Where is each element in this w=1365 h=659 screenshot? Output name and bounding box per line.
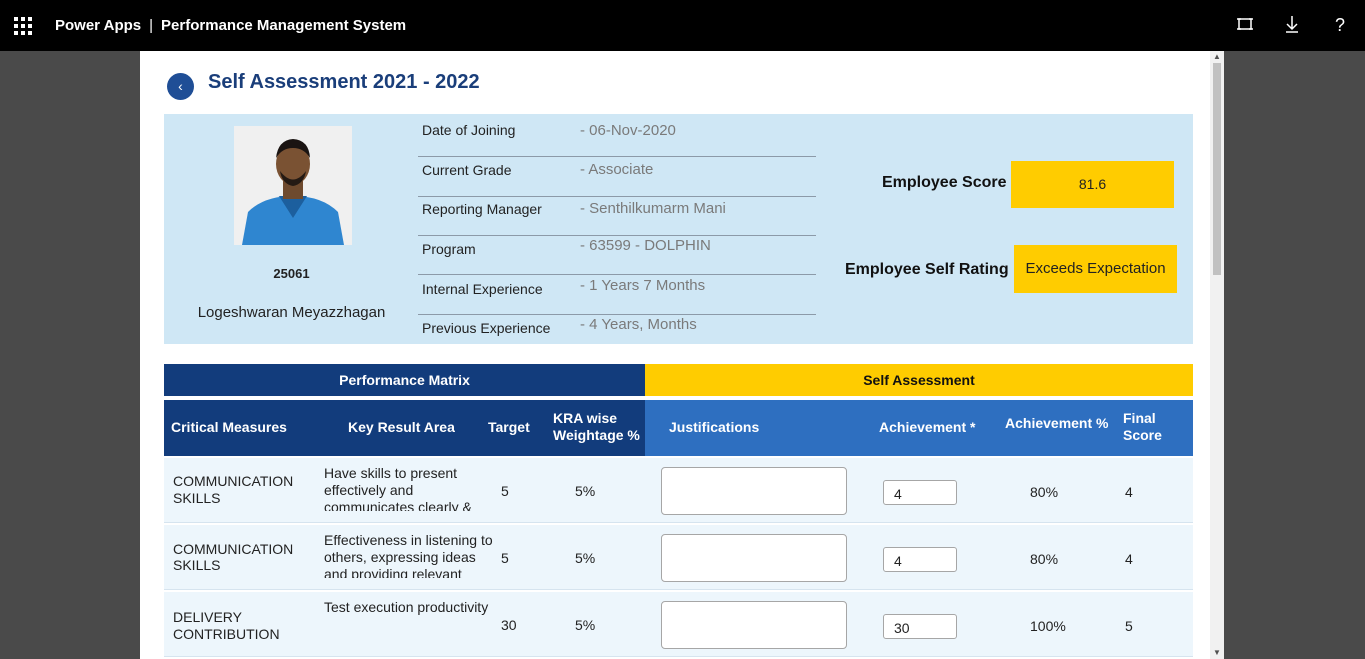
info-program: Program - 63599 - DOLPHIN <box>418 235 816 275</box>
final-score-value: 4 <box>1125 551 1133 567</box>
critical-measure-line2: CONTRIBUTION <box>173 626 280 642</box>
info-current-grade: Current Grade - Associate <box>418 157 816 197</box>
help-icon[interactable]: ? <box>1329 14 1351 36</box>
weightage-value: 5% <box>575 550 596 566</box>
info-label: Previous Experience <box>422 320 551 336</box>
app-name: Power Apps <box>55 17 142 34</box>
critical-measure-line1: COMMUNICATION <box>173 473 294 489</box>
header-achievement: Achievement * <box>879 419 976 435</box>
achievement-input[interactable]: 4 <box>883 547 957 572</box>
final-score-value: 4 <box>1125 484 1133 500</box>
performance-matrix-band: Performance Matrix <box>164 364 645 396</box>
employee-name: Logeshwaran Meyazzhagan <box>197 304 386 321</box>
weightage-value: 5% <box>575 617 596 633</box>
table-header-row: Critical Measures Key Result Area Target… <box>164 400 1193 456</box>
achievement-percent-value: 80% <box>1030 484 1059 500</box>
target-value: 5 <box>501 483 509 499</box>
info-previous-experience: Previous Experience - 4 Years, Months <box>418 314 816 353</box>
achievement-percent-value: 100% <box>1030 618 1066 634</box>
employee-score-value: 81.6 <box>1011 161 1174 208</box>
header-achievement-percent: Achievement % <box>1005 415 1109 431</box>
justification-input[interactable] <box>661 601 847 649</box>
info-value: - Associate <box>580 161 654 178</box>
employee-score-label: Employee Score <box>882 174 1007 191</box>
vertical-scrollbar[interactable]: ▲ ▼ <box>1210 51 1224 659</box>
back-button[interactable]: ‹ <box>167 73 194 100</box>
justification-input[interactable] <box>661 467 847 515</box>
achievement-input[interactable]: 30 <box>883 614 957 639</box>
info-date-of-joining: Date of Joining - 06-Nov-2020 <box>418 117 816 157</box>
info-value: - 1 Years 7 Months <box>580 277 706 294</box>
employee-profile-panel: 25061 Logeshwaran Meyazzhagan Date of Jo… <box>164 114 1193 344</box>
final-score-value: 5 <box>1125 618 1133 634</box>
critical-measure-line1: DELIVERY <box>173 609 242 625</box>
title-separator: | <box>149 17 154 34</box>
table-row: COMMUNICATION SKILLS Have skills to pres… <box>164 458 1193 523</box>
info-value: - 4 Years, Months <box>580 316 697 333</box>
table-row: COMMUNICATION SKILLS Effectiveness in li… <box>164 525 1193 590</box>
target-value: 5 <box>501 550 509 566</box>
header-critical-measures: Critical Measures <box>171 419 287 435</box>
chevron-left-icon: ‹ <box>178 78 183 94</box>
app-canvas: ‹ Self Assessment 2021 - 2022 25061 Loge… <box>140 51 1210 659</box>
info-internal-experience: Internal Experience - 1 Years 7 Months <box>418 275 816 315</box>
info-label: Current Grade <box>422 162 512 178</box>
fit-to-window-icon[interactable] <box>1234 14 1256 36</box>
critical-measure-line2: SKILLS <box>173 490 221 506</box>
employee-id: 25061 <box>273 266 310 281</box>
scroll-up-arrow-icon[interactable]: ▲ <box>1213 53 1221 61</box>
info-reporting-manager: Reporting Manager - Senthilkumarm Mani <box>418 196 816 236</box>
info-label: Date of Joining <box>422 122 516 138</box>
achievement-input[interactable]: 4 <box>883 480 957 505</box>
app-header-title: Power Apps | Performance Management System <box>55 17 406 34</box>
header-target: Target <box>488 419 530 435</box>
scrollbar-thumb[interactable] <box>1213 63 1221 275</box>
table-row: DELIVERY CONTRIBUTION Test execution pro… <box>164 592 1193 657</box>
weightage-value: 5% <box>575 483 596 499</box>
scroll-down-arrow-icon[interactable]: ▼ <box>1213 649 1221 657</box>
info-value: - 63599 - DOLPHIN <box>580 237 711 254</box>
header-kra-weightage-line2: Weightage % <box>553 427 640 443</box>
download-icon[interactable] <box>1281 14 1303 36</box>
achievement-percent-value: 80% <box>1030 551 1059 567</box>
header-final-score-line1: Final <box>1123 410 1156 426</box>
info-label: Program <box>422 241 476 257</box>
app-title: Performance Management System <box>161 17 407 34</box>
key-result-area: Test execution productivity <box>324 599 489 615</box>
header-final-score-line2: Score <box>1123 427 1162 443</box>
key-result-area: Have skills to present effectively and c… <box>324 465 472 511</box>
info-value: - 06-Nov-2020 <box>580 122 676 139</box>
header-key-result-area: Key Result Area <box>348 419 455 435</box>
justification-input[interactable] <box>661 534 847 582</box>
key-result-area: Effectiveness in listening to others, ex… <box>324 532 493 578</box>
critical-measure-line2: SKILLS <box>173 557 221 573</box>
info-value: - Senthilkumarm Mani <box>580 200 726 217</box>
critical-measure-line1: COMMUNICATION <box>173 541 294 557</box>
info-label: Internal Experience <box>422 281 543 297</box>
employee-photo <box>234 126 352 245</box>
employee-self-rating-label: Employee Self Rating <box>845 261 1009 278</box>
self-assessment-band: Self Assessment <box>645 364 1193 396</box>
info-label: Reporting Manager <box>422 201 542 217</box>
employee-self-rating-value: Exceeds Expectation <box>1014 245 1177 293</box>
top-bar: Power Apps | Performance Management System… <box>0 0 1365 51</box>
header-justifications: Justifications <box>669 419 760 435</box>
header-kra-weightage-line1: KRA wise <box>553 410 618 426</box>
page-title: Self Assessment 2021 - 2022 <box>208 71 480 93</box>
target-value: 30 <box>501 617 517 633</box>
app-launcher-icon[interactable] <box>14 17 32 35</box>
